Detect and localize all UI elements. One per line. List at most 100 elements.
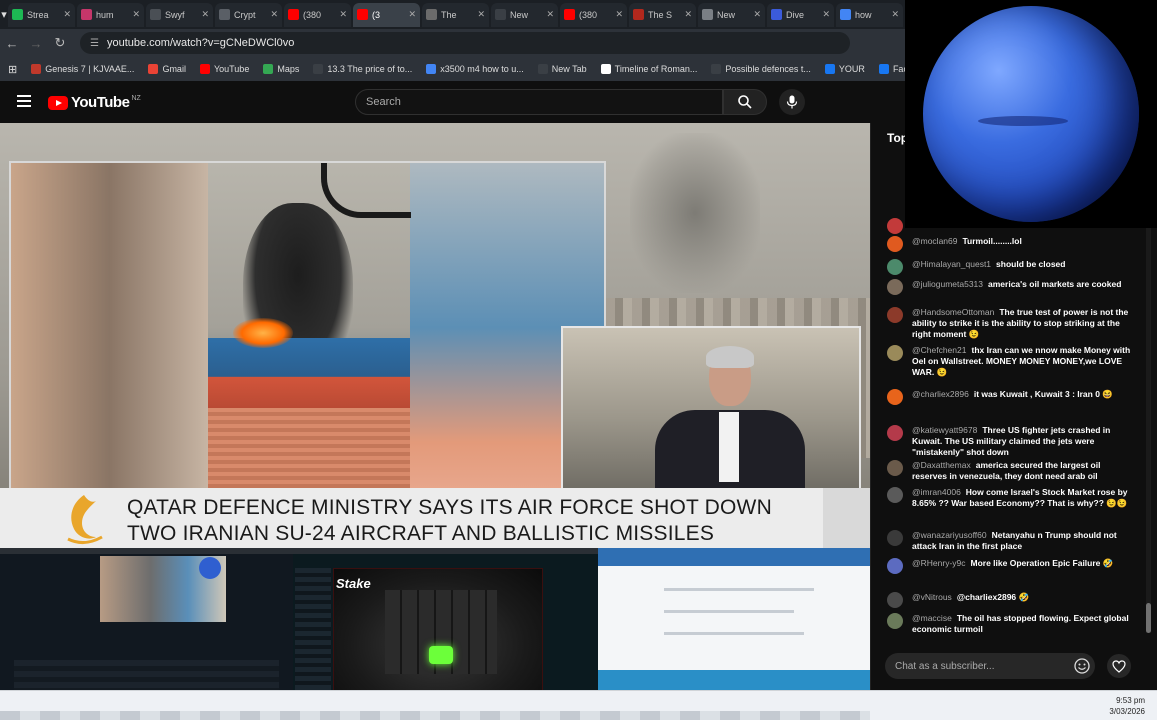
chat-message[interactable]: @vNitrous @charliex2896 🤣 xyxy=(887,592,1137,608)
tab-close-icon[interactable]: ✕ xyxy=(408,9,416,20)
avatar[interactable] xyxy=(887,425,903,441)
search-button[interactable] xyxy=(723,89,767,115)
address-bar[interactable]: ☰ youtube.com/watch?v=gCNeDWCl0vo xyxy=(80,32,850,54)
browser-tab[interactable]: The S ✕ xyxy=(629,2,696,27)
tab-close-icon[interactable]: ✕ xyxy=(201,9,209,20)
bookmark-item[interactable]: YouTube xyxy=(199,64,249,74)
emoji-icon[interactable] xyxy=(1074,658,1090,674)
bookmark-item[interactable]: Possible defences t... xyxy=(711,64,811,74)
browser-tab[interactable]: Strea ✕ xyxy=(8,2,75,27)
bookmark-item[interactable]: Genesis 7 | KJVAAE... xyxy=(31,64,134,74)
chat-message[interactable]: @charliex2896 it was Kuwait , Kuwait 3 : … xyxy=(887,389,1137,405)
browser-tab[interactable]: how ✕ xyxy=(836,2,903,27)
chat-author[interactable]: @imran4006 xyxy=(912,487,961,497)
avatar[interactable] xyxy=(887,259,903,275)
chat-message[interactable]: @Himalayan_quest1 should be closed xyxy=(887,259,1137,275)
youtube-logo[interactable]: YouTube NZ xyxy=(48,94,141,111)
video-player[interactable]: QATAR DEFENCE MINISTRY SAYS ITS AIR FORC… xyxy=(0,123,870,550)
chat-author[interactable]: @maccise xyxy=(912,613,952,623)
tab-close-icon[interactable]: ✕ xyxy=(339,9,347,20)
chat-author[interactable]: @moclan69 xyxy=(912,236,957,246)
avatar[interactable] xyxy=(887,487,903,503)
tab-close-icon[interactable]: ✕ xyxy=(270,9,278,20)
voice-search-button[interactable] xyxy=(779,89,805,115)
bookmark-favicon-icon xyxy=(600,64,611,74)
bookmark-item[interactable]: Gmail xyxy=(148,64,186,74)
browser-tab[interactable]: (380 ✕ xyxy=(560,2,627,27)
apps-icon[interactable]: ⊞ xyxy=(8,63,17,76)
thumbnail-casino[interactable]: Stake xyxy=(293,548,598,710)
browser-tab[interactable]: Swyf ✕ xyxy=(146,2,213,27)
taskbar-icons[interactable] xyxy=(0,711,870,720)
chat-author[interactable]: @RHenry-y9c xyxy=(912,558,966,568)
chat-message[interactable]: @katiewyatt9678 Three US fighter jets cra… xyxy=(887,425,1137,458)
avatar[interactable] xyxy=(887,530,903,546)
browser-tab[interactable]: New ✕ xyxy=(698,2,765,27)
heart-button[interactable] xyxy=(1107,654,1131,678)
avatar[interactable] xyxy=(887,389,903,405)
avatar[interactable] xyxy=(887,592,903,608)
chat-message[interactable]: @HandsomeOttoman The true test of power i… xyxy=(887,307,1137,340)
chat-message[interactable]: @maccise The oil has stopped flowing. Exp… xyxy=(887,613,1137,635)
chat-author[interactable]: @vNitrous xyxy=(912,592,952,602)
chat-message[interactable]: @wanazariyusoff60 Netanyahu n Trump shoul… xyxy=(887,530,1137,552)
tab-close-icon[interactable]: ✕ xyxy=(477,9,485,20)
chat-message[interactable]: @Chefchen21 thx Iran can we nnow make Mon… xyxy=(887,345,1137,378)
site-info-icon[interactable]: ☰ xyxy=(90,38,99,49)
reload-icon[interactable]: ↻ xyxy=(48,35,72,51)
forward-icon[interactable]: → xyxy=(24,36,48,51)
chat-message[interactable]: @moclan69 Turmoil........lol xyxy=(887,236,1137,252)
chat-author[interactable]: @Himalayan_quest1 xyxy=(912,259,991,269)
thumbnail-editor[interactable] xyxy=(0,548,293,710)
avatar[interactable] xyxy=(887,460,903,476)
browser-tab[interactable]: Dive ✕ xyxy=(767,2,834,27)
avatar[interactable] xyxy=(887,558,903,574)
tab-close-icon[interactable]: ✕ xyxy=(546,9,554,20)
avatar[interactable] xyxy=(887,279,903,295)
tab-close-icon[interactable]: ✕ xyxy=(132,9,140,20)
back-icon[interactable]: ← xyxy=(0,36,24,51)
chat-author[interactable]: @wanazariyusoff60 xyxy=(912,530,987,540)
bookmark-item[interactable]: New Tab xyxy=(537,64,587,74)
browser-tab[interactable]: New ✕ xyxy=(491,2,558,27)
bookmark-item[interactable]: Facebook green xyxy=(878,64,905,74)
tab-close-icon[interactable]: ✕ xyxy=(63,9,71,20)
chat-message[interactable]: @juliogumeta5313 america's oil markets ar… xyxy=(887,279,1137,295)
tab-close-icon[interactable]: ✕ xyxy=(822,9,830,20)
menu-icon[interactable] xyxy=(17,95,31,107)
chat-scroll-thumb[interactable] xyxy=(1146,603,1151,633)
chat-message[interactable]: @imran4006 How come Israel's Stock Market… xyxy=(887,487,1137,509)
browser-tab[interactable]: hum ✕ xyxy=(77,2,144,27)
taskbar-clock[interactable]: 9:53 pm 3/03/2026 xyxy=(1109,695,1145,717)
tab-close-icon[interactable]: ✕ xyxy=(615,9,623,20)
avatar[interactable] xyxy=(887,236,903,252)
search-input[interactable]: Search xyxy=(355,89,723,115)
avatar[interactable] xyxy=(887,613,903,629)
chat-author[interactable]: @HandsomeOttoman xyxy=(912,307,994,317)
chat-author[interactable]: @Chefchen21 xyxy=(912,345,966,355)
chat-scrollbar[interactable] xyxy=(1146,223,1151,633)
chat-author[interactable]: @charliex2896 xyxy=(912,389,969,399)
bookmark-item[interactable]: Maps xyxy=(263,64,299,74)
bookmark-item[interactable]: x3500 m4 how to u... xyxy=(426,64,524,74)
avatar[interactable] xyxy=(887,345,903,361)
tab-close-icon[interactable]: ✕ xyxy=(753,9,761,20)
chat-message[interactable]: @Daxatthemax america secured the largest … xyxy=(887,460,1137,482)
chat-input[interactable]: Chat as a subscriber... xyxy=(885,653,1095,679)
tab-close-icon[interactable]: ✕ xyxy=(684,9,692,20)
chat-author[interactable]: @juliogumeta5313 xyxy=(912,279,983,289)
thumbnail-document[interactable] xyxy=(598,548,870,710)
tab-close-icon[interactable]: ✕ xyxy=(891,9,899,20)
tab-search-icon[interactable]: ▾ xyxy=(0,0,8,29)
browser-tab[interactable]: The ✕ xyxy=(422,2,489,27)
browser-tab[interactable]: Crypt ✕ xyxy=(215,2,282,27)
chat-author[interactable]: @Daxatthemax xyxy=(912,460,971,470)
browser-tab[interactable]: (3 ✕ xyxy=(353,2,420,27)
bookmark-item[interactable]: 13.3 The price of to... xyxy=(313,64,412,74)
avatar[interactable] xyxy=(887,307,903,323)
chat-message[interactable]: @RHenry-y9c More like Operation Epic Fail… xyxy=(887,558,1137,574)
bookmark-item[interactable]: Timeline of Roman... xyxy=(600,64,697,74)
bookmark-item[interactable]: YOUR xyxy=(824,64,865,74)
chat-author[interactable]: @katiewyatt9678 xyxy=(912,425,977,435)
browser-tab[interactable]: (380 ✕ xyxy=(284,2,351,27)
